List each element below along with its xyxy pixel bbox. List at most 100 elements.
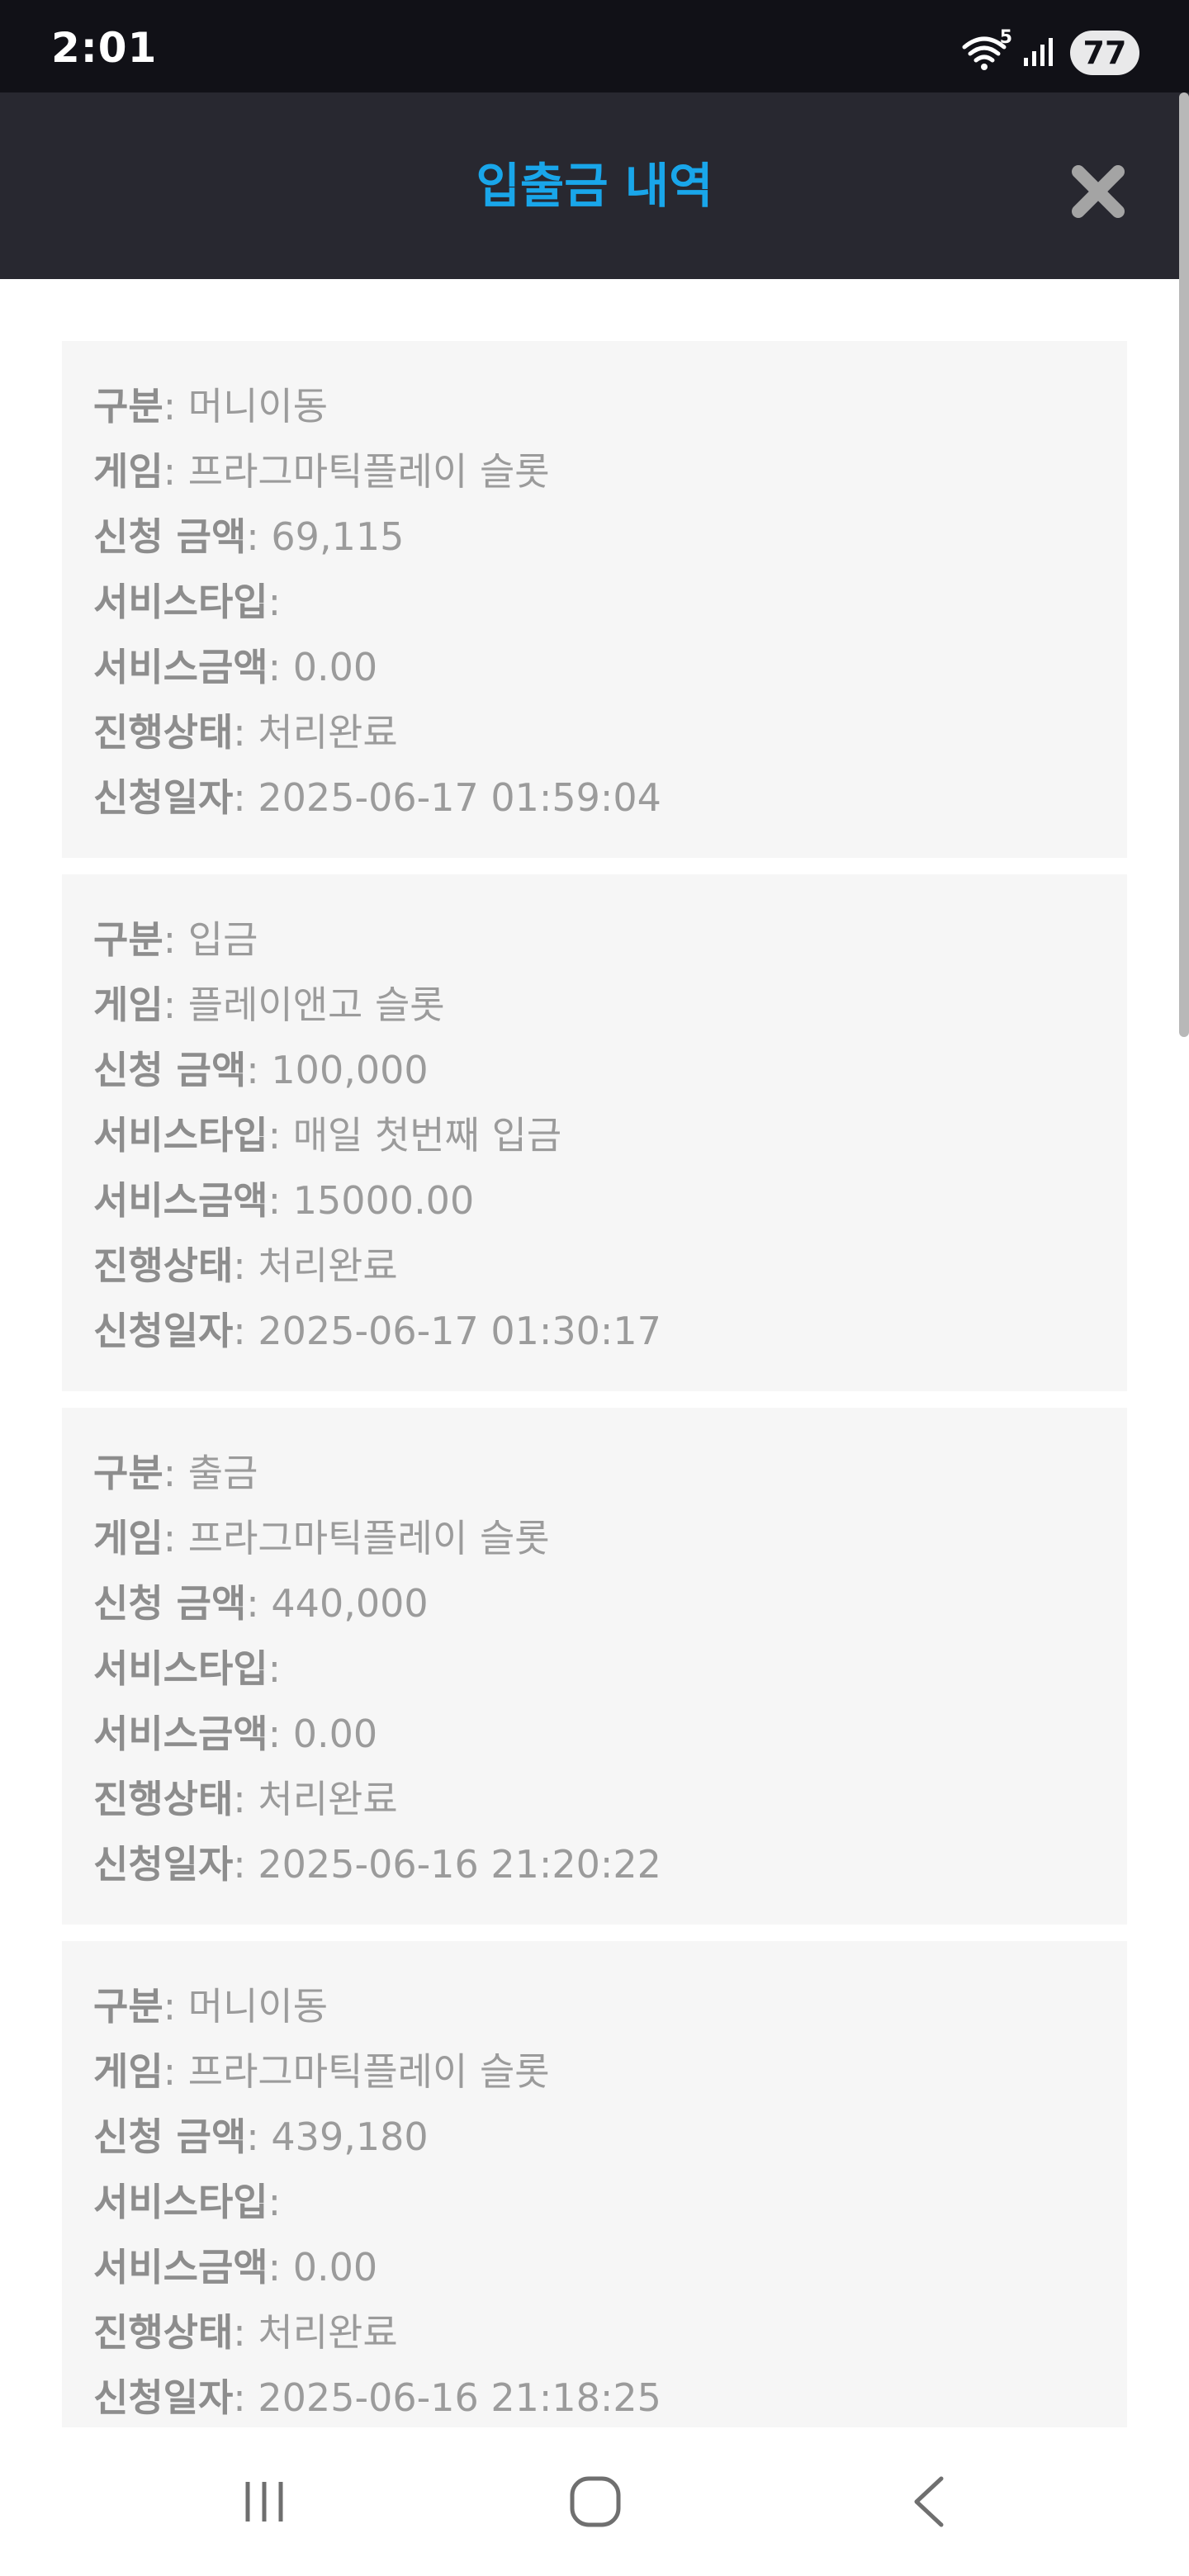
service-amount-label: 서비스금액 — [93, 1178, 268, 1223]
service-amount-value: : 0.00 — [268, 2245, 378, 2290]
transaction-list[interactable]: 구분: 머니이동 게임: 프라그마틱플레이 슬롯 신청 금액: 69,115 서… — [62, 341, 1127, 2474]
service-type-value: : — [268, 1646, 282, 1691]
close-button[interactable] — [1067, 160, 1130, 223]
game-value: : 프라그마틱플레이 슬롯 — [163, 1516, 550, 1560]
status-row: 진행상태: 처리완료 — [93, 700, 1096, 765]
service-type-label: 서비스타입 — [93, 1646, 268, 1691]
transaction-card: 구분: 입금 게임: 플레이앤고 슬롯 신청 금액: 100,000 서비스타입… — [62, 874, 1127, 1391]
status-row: 진행상태: 처리완료 — [93, 1234, 1096, 1299]
service-type-label: 서비스타입 — [93, 1113, 268, 1158]
game-row: 게임: 프라그마틱플레이 슬롯 — [93, 1506, 1096, 1571]
date-row: 신청일자: 2025-06-16 21:20:22 — [93, 1832, 1096, 1897]
home-button[interactable] — [558, 2469, 632, 2535]
amount-label: 신청 금액 — [93, 514, 247, 559]
category-value: : 출금 — [163, 1451, 258, 1495]
date-label: 신청일자 — [93, 2375, 234, 2420]
service-amount-row: 서비스금액: 0.00 — [93, 635, 1096, 700]
recents-button[interactable] — [227, 2469, 301, 2535]
service-type-row: 서비스타입: 매일 첫번째 입금 — [93, 1103, 1096, 1168]
amount-value: : 439,180 — [246, 2114, 429, 2159]
header: 입출금 내역 — [0, 92, 1189, 279]
scrollbar-thumb[interactable] — [1179, 92, 1189, 1037]
category-label: 구분 — [93, 1984, 163, 2029]
back-button[interactable] — [892, 2469, 966, 2535]
game-label: 게임 — [93, 449, 163, 494]
date-value: : 2025-06-16 21:20:22 — [233, 1842, 661, 1887]
game-row: 게임: 프라그마틱플레이 슬롯 — [93, 2039, 1096, 2105]
service-type-value: : 매일 첫번째 입금 — [268, 1113, 562, 1158]
date-value: : 2025-06-17 01:30:17 — [233, 1309, 661, 1353]
amount-row: 신청 금액: 440,000 — [93, 1571, 1096, 1636]
category-row: 구분: 출금 — [93, 1441, 1096, 1506]
service-type-value: : — [268, 580, 282, 624]
page-title: 입출금 내역 — [476, 158, 713, 214]
wifi-badge: 5 — [999, 27, 1012, 48]
status-label: 진행상태 — [93, 710, 234, 755]
game-label: 게임 — [93, 983, 163, 1027]
service-amount-row: 서비스금액: 0.00 — [93, 2235, 1096, 2300]
game-label: 게임 — [93, 1516, 163, 1560]
amount-row: 신청 금액: 69,115 — [93, 504, 1096, 570]
navigation-bar — [0, 2427, 1189, 2576]
date-value: : 2025-06-16 21:18:25 — [233, 2375, 661, 2420]
date-label: 신청일자 — [93, 1309, 234, 1353]
game-row: 게임: 프라그마틱플레이 슬롯 — [93, 439, 1096, 504]
amount-value: : 100,000 — [246, 1048, 429, 1092]
service-amount-value: : 0.00 — [268, 645, 378, 689]
category-row: 구분: 머니이동 — [93, 374, 1096, 439]
transaction-card: 구분: 머니이동 게임: 프라그마틱플레이 슬롯 신청 금액: 439,180 … — [62, 1941, 1127, 2458]
date-row: 신청일자: 2025-06-17 01:59:04 — [93, 765, 1096, 831]
service-amount-row: 서비스금액: 0.00 — [93, 1702, 1096, 1767]
category-value: : 머니이동 — [163, 1984, 329, 2029]
home-icon — [570, 2476, 621, 2527]
service-type-row: 서비스타입: — [93, 1636, 1096, 1702]
service-type-row: 서비스타입: — [93, 2170, 1096, 2235]
game-row: 게임: 플레이앤고 슬롯 — [93, 973, 1096, 1038]
game-label: 게임 — [93, 2049, 163, 2094]
service-type-label: 서비스타입 — [93, 580, 268, 624]
status-value: : 처리완료 — [233, 1243, 398, 1288]
game-value: : 플레이앤고 슬롯 — [163, 983, 445, 1027]
game-value: : 프라그마틱플레이 슬롯 — [163, 449, 550, 494]
service-amount-label: 서비스금액 — [93, 2245, 268, 2290]
amount-label: 신청 금액 — [93, 1048, 247, 1092]
service-amount-value: : 15000.00 — [268, 1178, 475, 1223]
service-type-row: 서비스타입: — [93, 570, 1096, 635]
status-value: : 처리완료 — [233, 710, 398, 755]
service-type-value: : — [268, 2180, 282, 2224]
amount-value: : 440,000 — [246, 1581, 429, 1626]
status-label: 진행상태 — [93, 1243, 234, 1288]
status-bar: 2:01 5 77 — [0, 0, 1189, 92]
signal-icon — [1022, 35, 1055, 71]
category-label: 구분 — [93, 384, 163, 429]
category-row: 구분: 머니이동 — [93, 1974, 1096, 2039]
status-time: 2:01 — [51, 24, 158, 72]
amount-label: 신청 금액 — [93, 1581, 247, 1626]
close-icon — [1072, 165, 1125, 218]
back-icon — [914, 2476, 944, 2527]
service-type-label: 서비스타입 — [93, 2180, 268, 2224]
category-label: 구분 — [93, 917, 163, 962]
service-amount-label: 서비스금액 — [93, 1712, 268, 1756]
status-value: : 처리완료 — [233, 1777, 398, 1821]
transaction-card: 구분: 출금 게임: 프라그마틱플레이 슬롯 신청 금액: 440,000 서비… — [62, 1408, 1127, 1925]
date-label: 신청일자 — [93, 775, 234, 820]
wifi-icon: 5 — [961, 27, 1012, 72]
status-value: : 처리완료 — [233, 2310, 398, 2355]
amount-value: : 69,115 — [246, 514, 405, 559]
status-label: 진행상태 — [93, 1777, 234, 1821]
battery-icon: 77 — [1070, 31, 1139, 75]
status-icons: 5 77 — [961, 27, 1139, 78]
category-value: : 입금 — [163, 917, 258, 962]
service-amount-value: : 0.00 — [268, 1712, 378, 1756]
status-label: 진행상태 — [93, 2310, 234, 2355]
date-row: 신청일자: 2025-06-17 01:30:17 — [93, 1299, 1096, 1364]
amount-row: 신청 금액: 100,000 — [93, 1038, 1096, 1103]
status-row: 진행상태: 처리완료 — [93, 1767, 1096, 1832]
transaction-card: 구분: 머니이동 게임: 프라그마틱플레이 슬롯 신청 금액: 69,115 서… — [62, 341, 1127, 858]
service-amount-label: 서비스금액 — [93, 645, 268, 689]
amount-row: 신청 금액: 439,180 — [93, 2105, 1096, 2170]
amount-label: 신청 금액 — [93, 2114, 247, 2159]
status-row: 진행상태: 처리완료 — [93, 2300, 1096, 2365]
date-label: 신청일자 — [93, 1842, 234, 1887]
